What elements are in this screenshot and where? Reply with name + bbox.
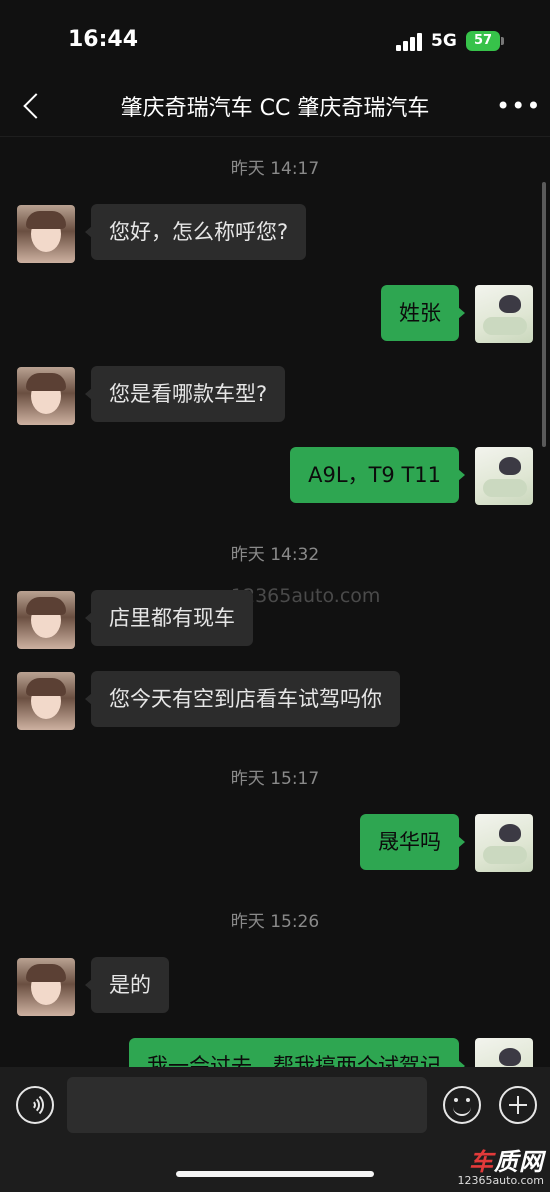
timestamp: 昨天 15:26 bbox=[230, 912, 320, 932]
battery-icon: 57 bbox=[466, 31, 504, 51]
contact-avatar[interactable] bbox=[17, 672, 75, 730]
chevron-left-icon bbox=[23, 93, 49, 119]
timestamp: 昨天 15:17 bbox=[230, 769, 320, 789]
chat-area[interactable]: 昨天 14:17 您好，怎么称呼您? 姓张 您是看哪款车型? A9L，T9 T1… bbox=[0, 137, 550, 1067]
timestamp: 昨天 14:17 bbox=[230, 159, 320, 179]
message-bubble-out[interactable]: 晟华吗 bbox=[360, 814, 465, 870]
more-icon: ••• bbox=[496, 92, 542, 120]
contact-avatar[interactable] bbox=[17, 958, 75, 1016]
site-logo: 车质网 12365auto.com bbox=[457, 1150, 544, 1187]
network-label: 5G bbox=[431, 31, 457, 51]
scrollbar[interactable] bbox=[542, 182, 546, 447]
contact-avatar[interactable] bbox=[17, 205, 75, 263]
message-bubble-in[interactable]: 您好，怎么称呼您? bbox=[84, 204, 307, 260]
user-avatar[interactable] bbox=[475, 814, 533, 872]
user-avatar[interactable] bbox=[475, 1038, 533, 1067]
back-button[interactable] bbox=[18, 90, 49, 124]
logo-url: 12365auto.com bbox=[457, 1174, 544, 1187]
message-bubble-in[interactable]: 是的 bbox=[85, 957, 169, 1013]
contact-avatar[interactable] bbox=[17, 367, 75, 425]
user-avatar[interactable] bbox=[475, 447, 533, 505]
message-bubble-in[interactable]: 您是看哪款车型? bbox=[84, 366, 286, 422]
chat-header: 肇庆奇瑞汽车 CC 肇庆奇瑞汽车 ••• bbox=[0, 80, 550, 137]
message-bubble-in[interactable]: 店里都有现车 bbox=[85, 590, 253, 646]
contact-avatar[interactable] bbox=[17, 591, 75, 649]
battery-level: 57 bbox=[473, 33, 493, 48]
message-input[interactable] bbox=[67, 1077, 427, 1133]
status-bar: 16:44 5G 57 bbox=[0, 0, 550, 80]
message-bubble-in[interactable]: 您今天有空到店看车试驾吗你 bbox=[85, 671, 400, 727]
home-indicator[interactable] bbox=[176, 1171, 374, 1177]
plus-button[interactable] bbox=[499, 1086, 537, 1124]
input-bar bbox=[0, 1067, 550, 1152]
logo-text-part2: 质网 bbox=[494, 1148, 544, 1176]
status-time: 16:44 bbox=[68, 27, 139, 52]
signal-icon bbox=[396, 33, 424, 51]
message-bubble-out[interactable]: 姓张 bbox=[381, 285, 465, 341]
timestamp: 昨天 14:32 bbox=[230, 545, 320, 565]
logo-text-part1: 车 bbox=[469, 1148, 494, 1176]
message-bubble-out[interactable]: 我一会过去，帮我搞两个试驾记 bbox=[129, 1038, 465, 1067]
emoji-button[interactable] bbox=[443, 1086, 481, 1124]
user-avatar[interactable] bbox=[475, 285, 533, 343]
more-options-button[interactable]: ••• bbox=[496, 93, 540, 123]
voice-input-button[interactable] bbox=[16, 1086, 54, 1124]
message-bubble-out[interactable]: A9L，T9 T11 bbox=[290, 447, 465, 503]
chat-title: 肇庆奇瑞汽车 CC 肇庆奇瑞汽车 bbox=[120, 96, 430, 121]
